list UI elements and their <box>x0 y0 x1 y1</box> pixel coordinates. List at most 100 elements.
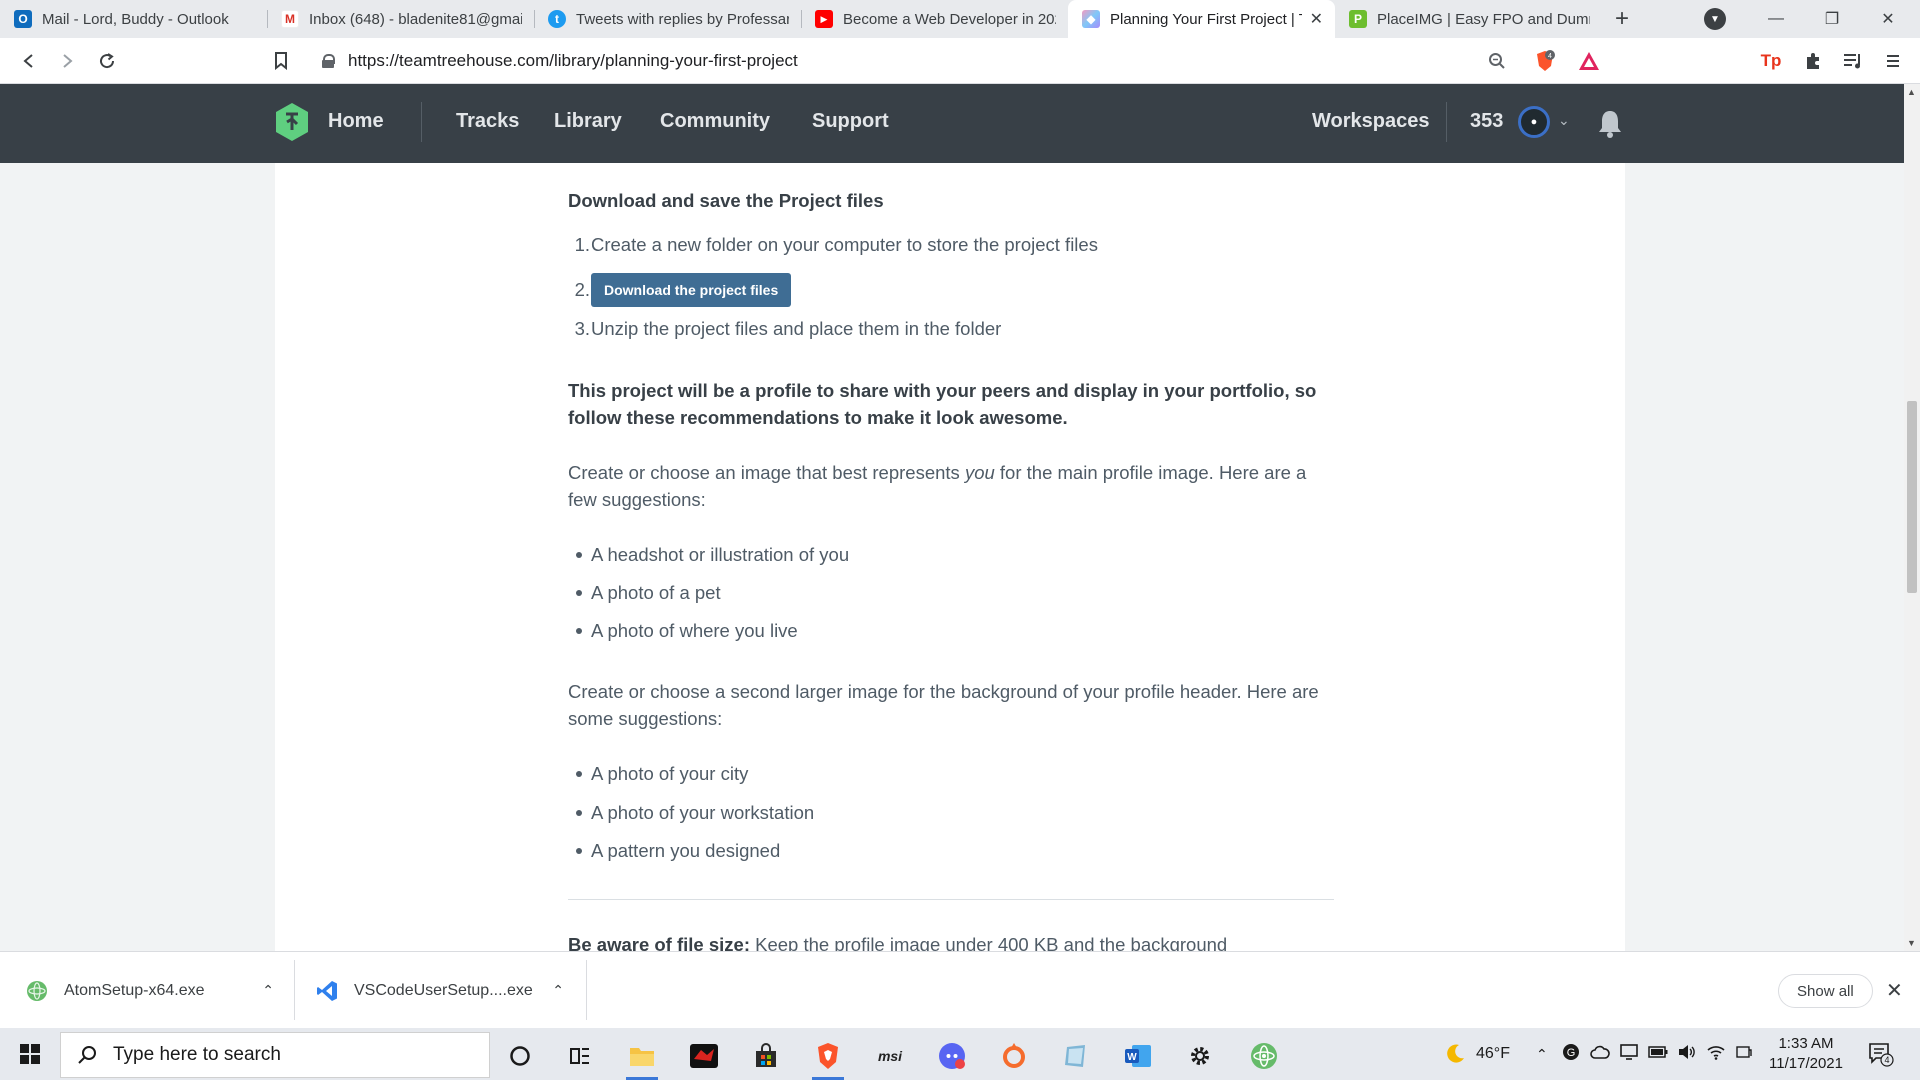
close-icon[interactable]: ✕ <box>1886 978 1903 1003</box>
tab-gmail[interactable]: M Inbox (648) - bladenite81@gmail.com <box>267 0 534 38</box>
notification-center-icon[interactable]: 4 <box>1868 1028 1894 1080</box>
settings-gear-icon[interactable] <box>1180 1036 1220 1076</box>
wifi-icon[interactable] <box>1706 1044 1726 1065</box>
avatar[interactable]: ● <box>1518 106 1550 138</box>
msi-center-icon[interactable]: msi <box>870 1036 910 1076</box>
url-text: https://teamtreehouse.com/library/planni… <box>348 51 798 70</box>
download-project-files-button[interactable]: Download the project files <box>591 273 792 307</box>
extensions-puzzle-icon[interactable] <box>1798 46 1828 76</box>
scrollbar-thumb[interactable] <box>1907 401 1917 593</box>
media-queue-icon[interactable] <box>1838 46 1868 76</box>
discord-icon[interactable] <box>932 1036 972 1076</box>
download-item-vscode[interactable]: VSCodeUserSetup....exe ⌃ <box>316 952 578 1029</box>
brave-rewards-icon[interactable] <box>1574 46 1604 76</box>
nav-tracks[interactable]: Tracks <box>456 110 519 133</box>
msi-dragon-icon[interactable] <box>684 1036 724 1076</box>
content-card: Download and save the Project files 1. C… <box>275 163 1625 951</box>
placeimg-icon: P <box>1349 10 1367 28</box>
task-view-icon[interactable] <box>560 1036 600 1076</box>
moon-icon <box>1447 1044 1464 1063</box>
display-icon[interactable] <box>1620 1043 1638 1065</box>
close-tab-icon[interactable]: ✕ <box>1310 9 1323 29</box>
download-item-atom[interactable]: AtomSetup-x64.exe ⌃ <box>26 952 288 1029</box>
tab-treehouse[interactable]: ◆ Planning Your First Project | Treehous… <box>1068 0 1335 38</box>
download-heading: Download and save the Project files <box>568 190 884 211</box>
profile-para-emphasis: you <box>964 462 995 483</box>
scroll-down-icon[interactable]: ▼ <box>1907 938 1916 948</box>
nav-home[interactable]: Home <box>328 110 384 133</box>
tray-app-icon[interactable]: G <box>1562 1043 1580 1066</box>
zoom-icon[interactable] <box>1482 46 1512 76</box>
bullet-icon <box>576 628 582 634</box>
svg-text:4: 4 <box>1548 53 1552 60</box>
scroll-up-icon[interactable]: ▲ <box>1907 87 1916 97</box>
nav-workspaces[interactable]: Workspaces <box>1312 110 1429 133</box>
brave-shields-icon[interactable]: 4 <box>1530 46 1560 76</box>
tab-title: Planning Your First Project | Treehouse <box>1110 10 1302 28</box>
nav-support[interactable]: Support <box>812 110 889 133</box>
volume-icon[interactable] <box>1678 1044 1696 1065</box>
nav-library[interactable]: Library <box>554 110 622 133</box>
profile-image-paragraph: Create or choose an image that best repr… <box>568 459 1338 513</box>
microsoft-word-icon[interactable]: W <box>1118 1036 1158 1076</box>
weather-widget[interactable]: 46°F <box>1444 1028 1510 1080</box>
address-bar[interactable]: https://teamtreehouse.com/library/planni… <box>308 44 1612 78</box>
bullet-icon <box>576 810 582 816</box>
step-unzip: Unzip the project files and place them i… <box>591 318 1002 339</box>
reload-icon[interactable] <box>92 46 122 76</box>
tab-title: Mail - Lord, Buddy - Outlook <box>42 10 229 28</box>
tab-search-icon[interactable]: ▼ <box>1704 8 1726 30</box>
menu-icon[interactable] <box>1878 46 1908 76</box>
browser-toolbar: https://teamtreehouse.com/library/planni… <box>0 38 1920 84</box>
tab-title: Tweets with replies by Professarama <box>576 10 789 28</box>
brave-browser-icon[interactable] <box>808 1036 848 1080</box>
treehouse-icon: ◆ <box>1082 10 1100 28</box>
show-all-downloads-button[interactable]: Show all <box>1778 974 1873 1008</box>
list-item: A photo of your workstation <box>591 802 815 823</box>
file-explorer-icon[interactable] <box>622 1036 662 1080</box>
file-size-note: Be aware of file size: Keep the profile … <box>568 931 1338 951</box>
windows-start-icon[interactable] <box>20 1044 40 1064</box>
microsoft-store-icon[interactable] <box>746 1036 786 1076</box>
origin-icon[interactable] <box>994 1036 1034 1076</box>
page-scrollbar[interactable]: ▲ ▼ <box>1904 84 1920 951</box>
taskbar-search-input[interactable]: Type here to search <box>60 1032 490 1078</box>
chevron-up-icon[interactable]: ⌃ <box>262 982 274 999</box>
list-item: A pattern you designed <box>591 840 781 861</box>
tab-twitter[interactable]: t Tweets with replies by Professarama <box>534 0 801 38</box>
battery-icon[interactable] <box>1648 1045 1668 1063</box>
cloud-sync-icon[interactable] <box>1590 1044 1610 1065</box>
minimize-button[interactable]: — <box>1748 0 1804 38</box>
chevron-down-icon[interactable]: ⌄ <box>1558 112 1570 129</box>
step-create-folder: Create a new folder on your computer to … <box>591 234 1098 255</box>
forward-icon[interactable] <box>52 46 82 76</box>
file-size-text: Keep the profile image under 400 KB and … <box>749 934 1228 951</box>
download-shelf: AtomSetup-x64.exe ⌃ VSCodeUserSetup....e… <box>0 951 1920 1028</box>
atom-editor-icon[interactable] <box>1244 1036 1284 1076</box>
notes-app-icon[interactable] <box>1056 1036 1096 1076</box>
nav-community[interactable]: Community <box>660 110 770 133</box>
back-icon[interactable] <box>14 46 44 76</box>
extension-tp-icon[interactable]: Tp <box>1756 46 1786 76</box>
tab-youtube[interactable]: ▶ Become a Web Developer in 2021 <box>801 0 1068 38</box>
bullet-icon <box>576 771 582 777</box>
close-window-button[interactable]: ✕ <box>1860 0 1916 38</box>
step-number: 2. <box>574 279 590 300</box>
cortana-icon[interactable] <box>500 1036 540 1076</box>
list-item: A photo of where you live <box>591 620 798 641</box>
restore-button[interactable]: ❐ <box>1804 0 1860 38</box>
svg-text:W: W <box>1127 1052 1137 1063</box>
bell-icon[interactable] <box>1596 108 1624 138</box>
bullet-icon <box>576 552 582 558</box>
show-hidden-icons-icon[interactable]: ⌃ <box>1536 1028 1548 1080</box>
tab-placeimg[interactable]: P PlaceIMG | Easy FPO and Dummy Images <box>1335 0 1602 38</box>
profile-para-text: Create or choose an image that best repr… <box>568 462 965 483</box>
system-clock[interactable]: 1:33 AM 11/17/2021 <box>1762 1034 1850 1074</box>
new-tab-button[interactable]: + <box>1602 0 1642 38</box>
tab-outlook[interactable]: O Mail - Lord, Buddy - Outlook <box>0 0 267 38</box>
atom-icon <box>27 980 47 1001</box>
treehouse-logo-icon[interactable] <box>274 102 310 142</box>
keyboard-language-icon[interactable] <box>1736 1044 1752 1065</box>
chevron-up-icon[interactable]: ⌃ <box>552 982 564 999</box>
bookmark-icon[interactable] <box>266 46 296 76</box>
